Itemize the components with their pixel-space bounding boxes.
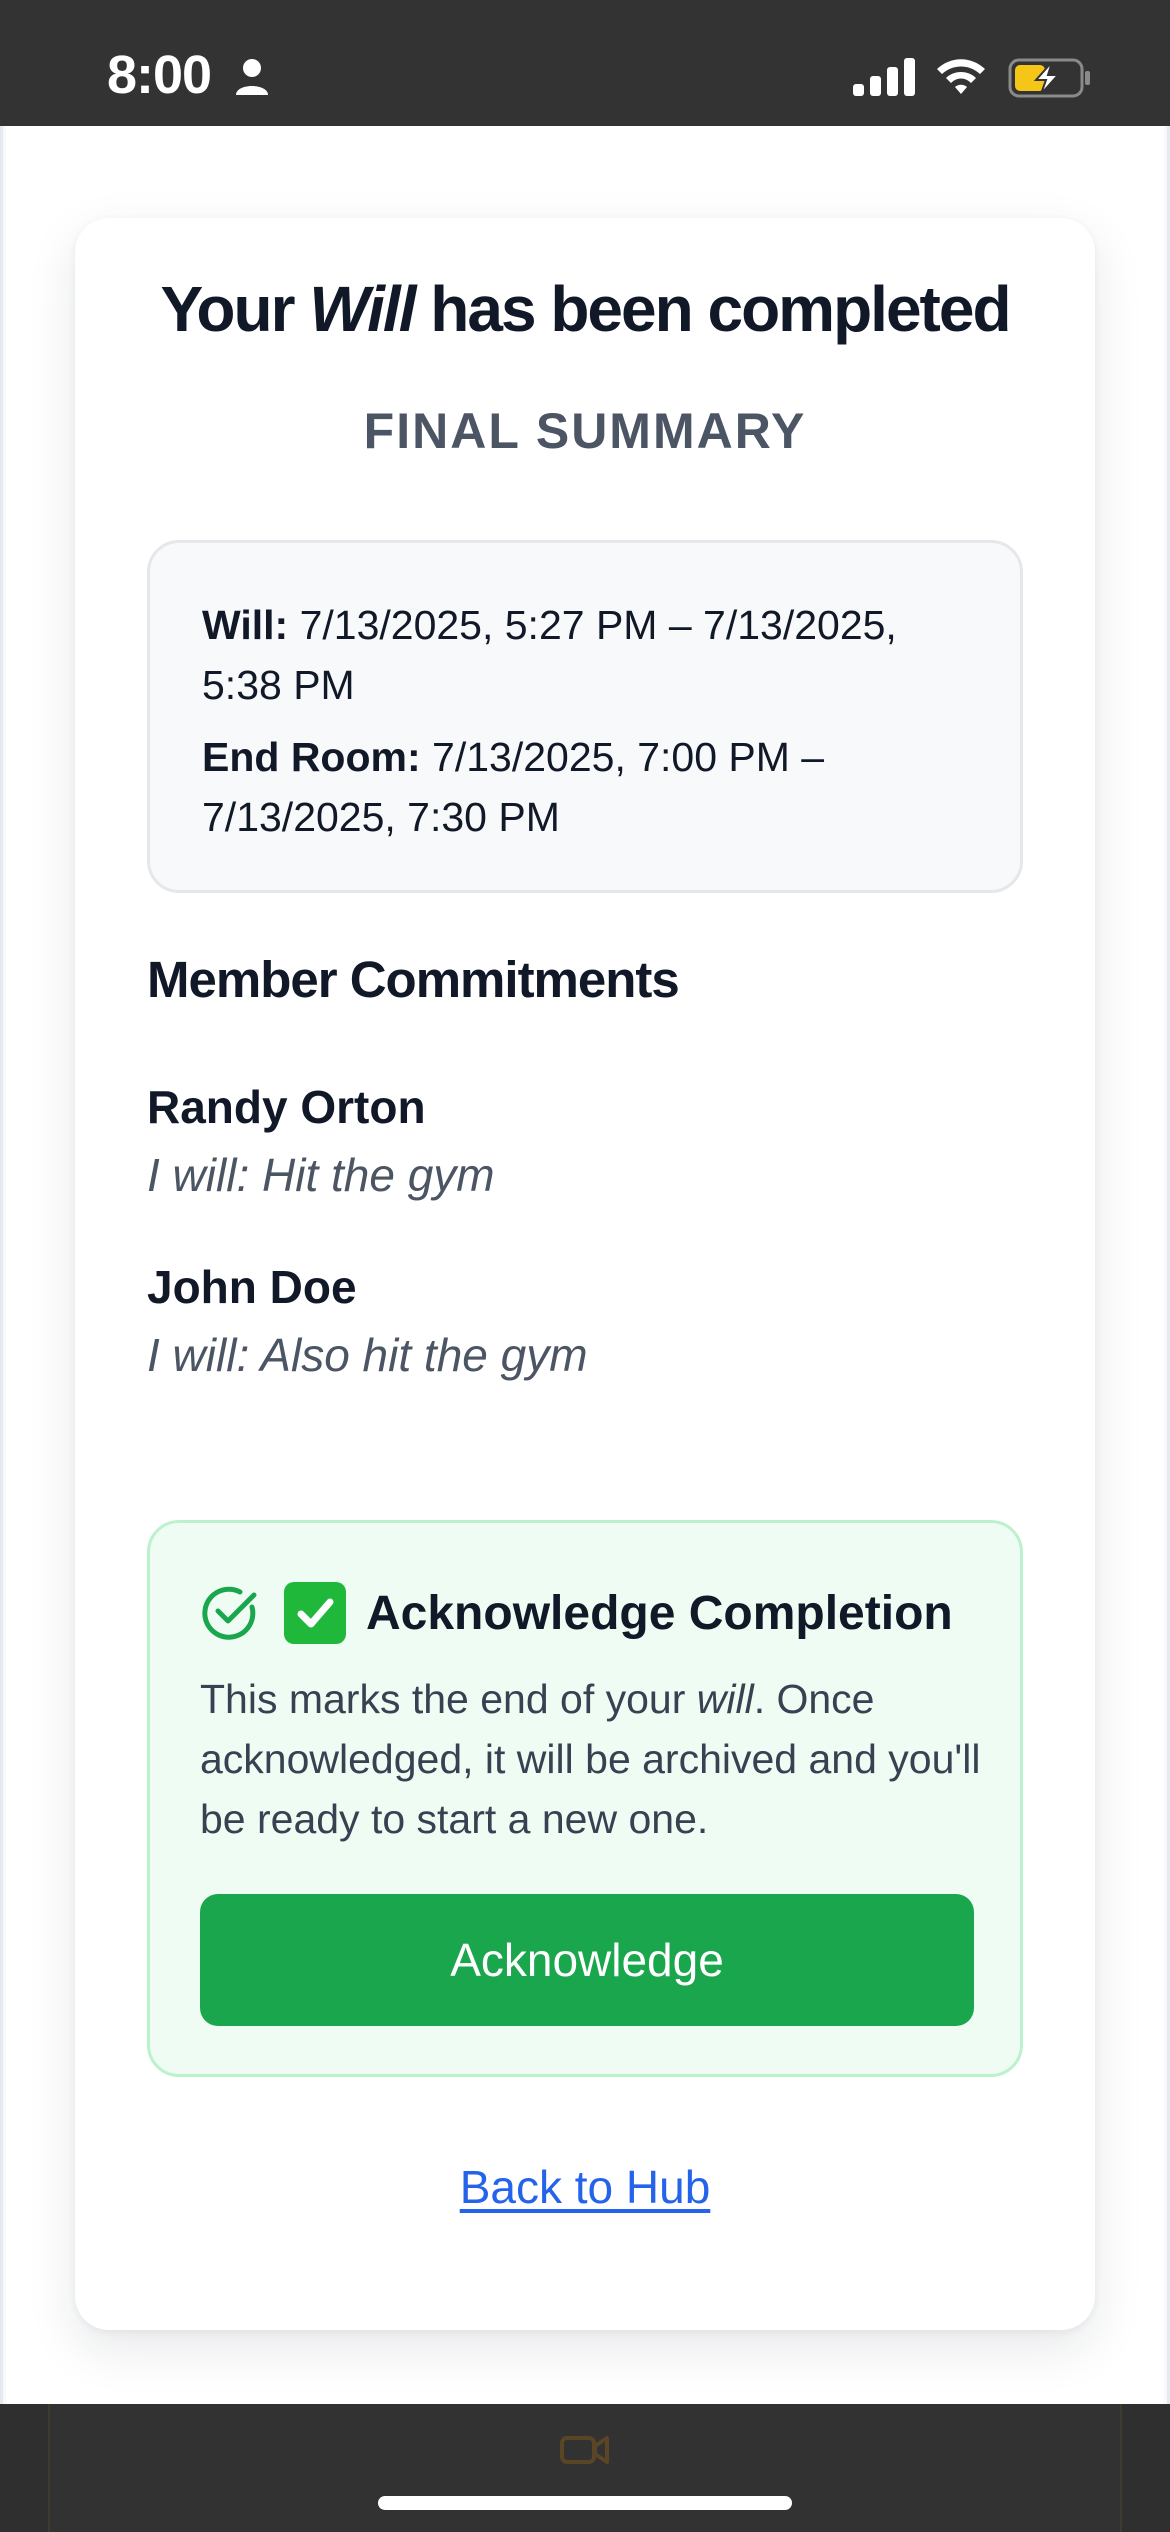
video-camera-icon[interactable] [560, 2432, 610, 2466]
acknowledge-description: This marks the end of your will. Once ac… [200, 1669, 990, 1849]
back-link-container: Back to Hub [0, 2160, 1170, 2214]
title-suffix: has been completed [414, 273, 1011, 345]
member-name: Randy Orton [147, 1081, 426, 1133]
member-commitment-text: I will: Also hit the gym [147, 1329, 588, 1381]
person-icon [236, 59, 268, 95]
page-title: Your Will has been completed [0, 272, 1170, 346]
will-dates: Will: 7/13/2025, 5:27 PM – 7/13/2025, 5:… [202, 595, 972, 715]
bottom-toolbar [48, 2404, 1122, 2532]
status-time: 8:00 [107, 45, 212, 105]
member-commitment: John Doe I will: Also hit the gym [147, 1260, 1047, 1382]
acknowledge-header: Acknowledge Completion [200, 1578, 953, 1648]
will-dates-label: Will: [202, 602, 289, 648]
wifi-icon [937, 59, 985, 94]
member-commitments-title: Member Commitments [147, 951, 680, 1008]
signal-icon [853, 58, 915, 96]
acknowledge-button[interactable]: Acknowledge [200, 1894, 974, 2026]
home-indicator[interactable] [378, 2496, 792, 2510]
check-mark-emoji-icon [284, 1582, 346, 1644]
acknowledge-panel: Acknowledge Completion This marks the en… [147, 1520, 1023, 2077]
dates-summary-box: Will: 7/13/2025, 5:27 PM – 7/13/2025, 5:… [147, 540, 1023, 893]
ack-text-emphasis: will [696, 1676, 754, 1722]
title-emphasis: Will [309, 273, 416, 345]
title-prefix: Your [160, 273, 310, 345]
will-dates-value: 7/13/2025, 5:27 PM – 7/13/2025, 5:38 PM [202, 602, 897, 708]
page-subtitle: FINAL SUMMARY [363, 403, 807, 459]
acknowledge-title: Acknowledge Completion [366, 1586, 953, 1640]
end-room-dates-label: End Room: [202, 734, 421, 780]
member-commitment: Randy Orton I will: Hit the gym [147, 1080, 1047, 1202]
member-name: John Doe [147, 1261, 357, 1313]
status-bar: 8:00 [0, 0, 1170, 126]
end-room-dates: End Room: 7/13/2025, 7:00 PM – 7/13/2025… [202, 727, 972, 847]
check-circle-icon [202, 1586, 257, 1640]
battery-charging-icon [1008, 58, 1090, 98]
ack-text-before: This marks the end of your [200, 1676, 697, 1722]
back-to-hub-link[interactable]: Back to Hub [460, 2161, 711, 2213]
member-commitment-text: I will: Hit the gym [147, 1149, 495, 1201]
